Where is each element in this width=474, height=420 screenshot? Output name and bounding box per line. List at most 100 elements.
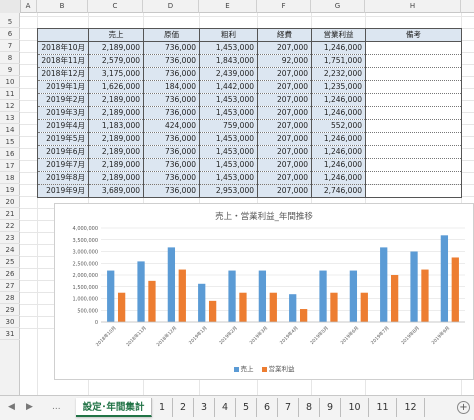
value-cell[interactable]: 736,000 [143, 54, 200, 68]
add-sheet-button[interactable]: + [457, 401, 470, 414]
tab-sheet-9[interactable]: 9 [320, 398, 341, 417]
row-header-9[interactable]: 9 [0, 64, 20, 76]
value-cell[interactable]: 736,000 [143, 67, 200, 81]
row-header-6[interactable]: 6 [0, 28, 20, 40]
value-cell[interactable]: 3,175,000 [88, 67, 144, 81]
bar-sales[interactable] [289, 294, 297, 322]
month-cell[interactable]: 2018年10月 [37, 41, 89, 55]
tab-sheet-2[interactable]: 2 [173, 398, 194, 417]
bar-sales[interactable] [228, 270, 236, 322]
bar-operating-profit[interactable] [208, 300, 217, 322]
value-cell[interactable]: 1,453,000 [199, 145, 258, 159]
value-cell[interactable]: 2,189,000 [88, 106, 144, 120]
row-header-11[interactable]: 11 [0, 88, 20, 100]
value-cell[interactable]: 736,000 [143, 93, 200, 107]
row-header-12[interactable]: 12 [0, 100, 20, 112]
month-cell[interactable]: 2019年1月 [37, 80, 89, 94]
bar-sales[interactable] [349, 270, 358, 322]
row-header-15[interactable]: 15 [0, 136, 20, 148]
memo-cell[interactable] [365, 106, 462, 120]
bar-sales[interactable] [107, 270, 115, 322]
row-header-31[interactable]: 31 [0, 328, 20, 340]
value-cell[interactable]: 207,000 [257, 93, 312, 107]
row-header-27[interactable]: 27 [0, 280, 20, 292]
row-header-29[interactable]: 29 [0, 304, 20, 316]
column-header-g[interactable]: G [311, 0, 365, 13]
value-cell[interactable]: 207,000 [257, 106, 312, 120]
bar-operating-profit[interactable] [148, 280, 156, 322]
column-header-b[interactable]: B [37, 0, 88, 13]
table-header-cell[interactable]: 売上 [88, 28, 144, 42]
sales-profit-chart[interactable]: 売上・営業利益_年間推移 0 500,000 1,000,000 1,500,000 2… [54, 203, 474, 380]
memo-cell[interactable] [365, 171, 462, 185]
column-header-h[interactable]: H [365, 0, 461, 13]
table-header-cell[interactable]: 粗利 [199, 28, 258, 42]
select-all-corner[interactable] [0, 0, 21, 13]
value-cell[interactable]: 1,626,000 [88, 80, 144, 94]
bar-sales[interactable] [167, 247, 176, 322]
value-cell[interactable]: 207,000 [257, 132, 312, 146]
value-cell[interactable]: 1,235,000 [311, 80, 366, 94]
bar-operating-profit[interactable] [178, 269, 186, 322]
value-cell[interactable]: 736,000 [143, 41, 200, 55]
value-cell[interactable]: 1,453,000 [199, 132, 258, 146]
memo-cell[interactable] [365, 119, 462, 133]
memo-cell[interactable] [365, 54, 462, 68]
bar-operating-profit[interactable] [117, 292, 126, 322]
column-header-a[interactable]: A [20, 0, 37, 13]
value-cell[interactable]: 207,000 [257, 80, 312, 94]
memo-cell[interactable] [365, 41, 462, 55]
bar-operating-profit[interactable] [451, 257, 459, 322]
month-cell[interactable]: 2018年11月 [37, 54, 89, 68]
value-cell[interactable]: 1,246,000 [311, 41, 366, 55]
value-cell[interactable]: 207,000 [257, 171, 312, 185]
tab-sheet-1[interactable]: 1 [152, 398, 173, 417]
value-cell[interactable]: 736,000 [143, 106, 200, 120]
value-cell[interactable]: 1,453,000 [199, 158, 258, 172]
memo-cell[interactable] [365, 93, 462, 107]
memo-cell[interactable] [365, 145, 462, 159]
value-cell[interactable]: 3,689,000 [88, 184, 144, 198]
table-header-cell[interactable]: 備考 [365, 28, 462, 42]
value-cell[interactable]: 736,000 [143, 171, 200, 185]
value-cell[interactable]: 736,000 [143, 184, 200, 198]
row-header-7[interactable]: 7 [0, 40, 20, 52]
value-cell[interactable]: 1,453,000 [199, 106, 258, 120]
bar-sales[interactable] [198, 283, 206, 322]
month-cell[interactable]: 2018年12月 [37, 67, 89, 81]
row-header-28[interactable]: 28 [0, 292, 20, 304]
value-cell[interactable]: 184,000 [143, 80, 200, 94]
row-header-22[interactable]: 22 [0, 220, 20, 232]
value-cell[interactable]: 2,189,000 [88, 41, 144, 55]
table-header-cell[interactable]: 原価 [143, 28, 200, 42]
value-cell[interactable]: 2,579,000 [88, 54, 144, 68]
value-cell[interactable]: 1,442,000 [199, 80, 258, 94]
memo-cell[interactable] [365, 67, 462, 81]
table-header-cell[interactable]: 経費 [257, 28, 312, 42]
memo-cell[interactable] [365, 132, 462, 146]
value-cell[interactable]: 2,189,000 [88, 132, 144, 146]
tab-sheet-11[interactable]: 11 [369, 398, 397, 417]
tab-sheet-12[interactable]: 12 [397, 398, 425, 417]
bar-sales[interactable] [258, 270, 267, 322]
value-cell[interactable]: 424,000 [143, 119, 200, 133]
month-cell[interactable]: 2019年5月 [37, 132, 89, 146]
value-cell[interactable]: 2,189,000 [88, 158, 144, 172]
row-header-10[interactable]: 10 [0, 76, 20, 88]
column-header-f[interactable]: F [257, 0, 311, 13]
more-sheets-icon[interactable]: ... [52, 402, 61, 412]
value-cell[interactable]: 207,000 [257, 145, 312, 159]
value-cell[interactable]: 2,189,000 [88, 171, 144, 185]
value-cell[interactable]: 1,453,000 [199, 93, 258, 107]
value-cell[interactable]: 1,246,000 [311, 106, 366, 120]
row-header-24[interactable]: 24 [0, 244, 20, 256]
value-cell[interactable]: 2,189,000 [88, 145, 144, 159]
value-cell[interactable]: 2,189,000 [88, 93, 144, 107]
month-cell[interactable]: 2019年8月 [37, 171, 89, 185]
bar-sales[interactable] [137, 261, 145, 322]
value-cell[interactable]: 759,000 [199, 119, 258, 133]
next-sheet-arrow-icon[interactable]: ▶ [26, 402, 33, 412]
table-header-cell[interactable] [37, 28, 89, 42]
row-header-16[interactable]: 16 [0, 148, 20, 160]
value-cell[interactable]: 1,246,000 [311, 158, 366, 172]
